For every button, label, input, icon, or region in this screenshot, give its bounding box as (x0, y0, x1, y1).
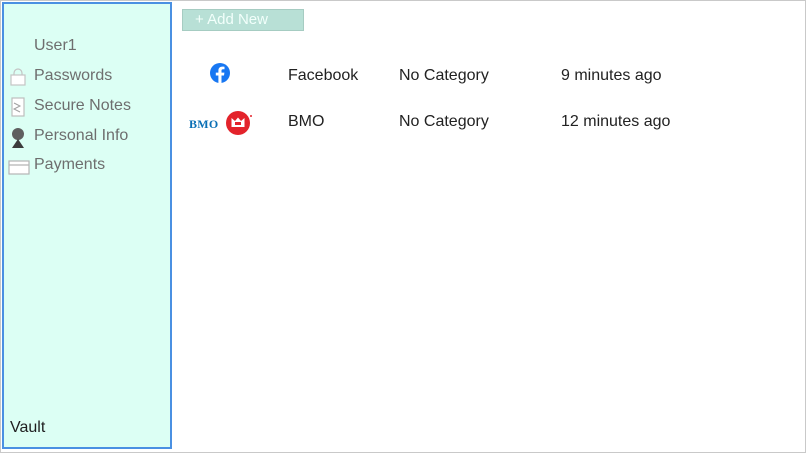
entry-category: No Category (399, 113, 489, 130)
sidebar-item-label: Passwords (34, 67, 113, 84)
sidebar-item-label: Payments (34, 156, 106, 173)
sidebar: User1 Passwords Secure Notes Personal In… (2, 2, 172, 449)
entry-timestamp: 12 minutes ago (561, 113, 671, 130)
sidebar-item-label: Personal Info (34, 127, 129, 144)
sidebar-item-label: Secure Notes (34, 97, 131, 114)
entry-name: Facebook (288, 67, 359, 84)
list-item[interactable]: BMO BMO No Category 12 minutes ago (185, 105, 705, 139)
list-item[interactable]: Facebook No Category 9 minutes ago (185, 59, 705, 93)
entry-timestamp: 9 minutes ago (561, 67, 662, 84)
facebook-icon (185, 59, 255, 93)
entry-category: No Category (399, 67, 489, 84)
user-name: User1 (34, 37, 77, 54)
person-icon (8, 127, 28, 148)
app-window: User1 Passwords Secure Notes Personal In… (0, 0, 806, 453)
card-icon (8, 156, 30, 176)
bmo-logo: BMO (185, 105, 255, 139)
vault-label: Vault (10, 419, 46, 436)
sidebar-item-personal-info[interactable]: Personal Info (6, 124, 166, 150)
sidebar-item-secure-notes[interactable]: Secure Notes (6, 94, 166, 120)
sidebar-item-payments[interactable]: Payments (6, 153, 166, 179)
lock-box-icon (8, 67, 28, 87)
note-icon (8, 97, 28, 117)
add-new-button[interactable]: + Add New (182, 9, 304, 31)
sidebar-item-passwords[interactable]: Passwords (6, 64, 166, 90)
entry-name: BMO (288, 113, 325, 130)
